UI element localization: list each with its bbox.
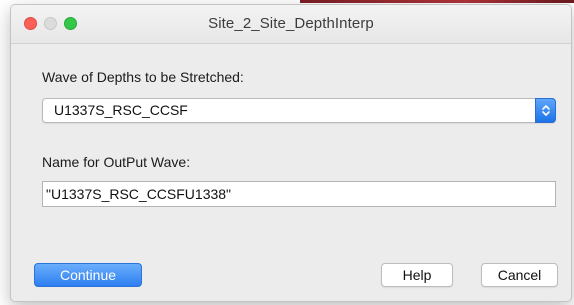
chevron-updown-icon[interactable] (535, 98, 556, 123)
cancel-button[interactable]: Cancel (481, 263, 558, 287)
title-bar[interactable]: Site_2_Site_DepthInterp (11, 5, 571, 44)
window-title: Site_2_Site_DepthInterp (208, 15, 374, 32)
help-button[interactable]: Help (381, 263, 453, 287)
output-name-field[interactable]: "U1337S_RSC_CCSFU1338" (42, 181, 556, 207)
background-window-edge (300, 0, 574, 3)
output-name-value: "U1337S_RSC_CCSFU1338" (46, 186, 232, 202)
output-name-label: Name for OutPut Wave: (42, 154, 191, 170)
continue-button[interactable]: Continue (34, 263, 142, 287)
dialog-window: Site_2_Site_DepthInterp Wave of Depths t… (10, 4, 572, 302)
depth-wave-label: Wave of Depths to be Stretched: (42, 69, 244, 85)
depth-wave-popup[interactable]: U1337S_RSC_CCSF (42, 98, 556, 123)
depth-wave-selected: U1337S_RSC_CCSF (54, 102, 188, 118)
